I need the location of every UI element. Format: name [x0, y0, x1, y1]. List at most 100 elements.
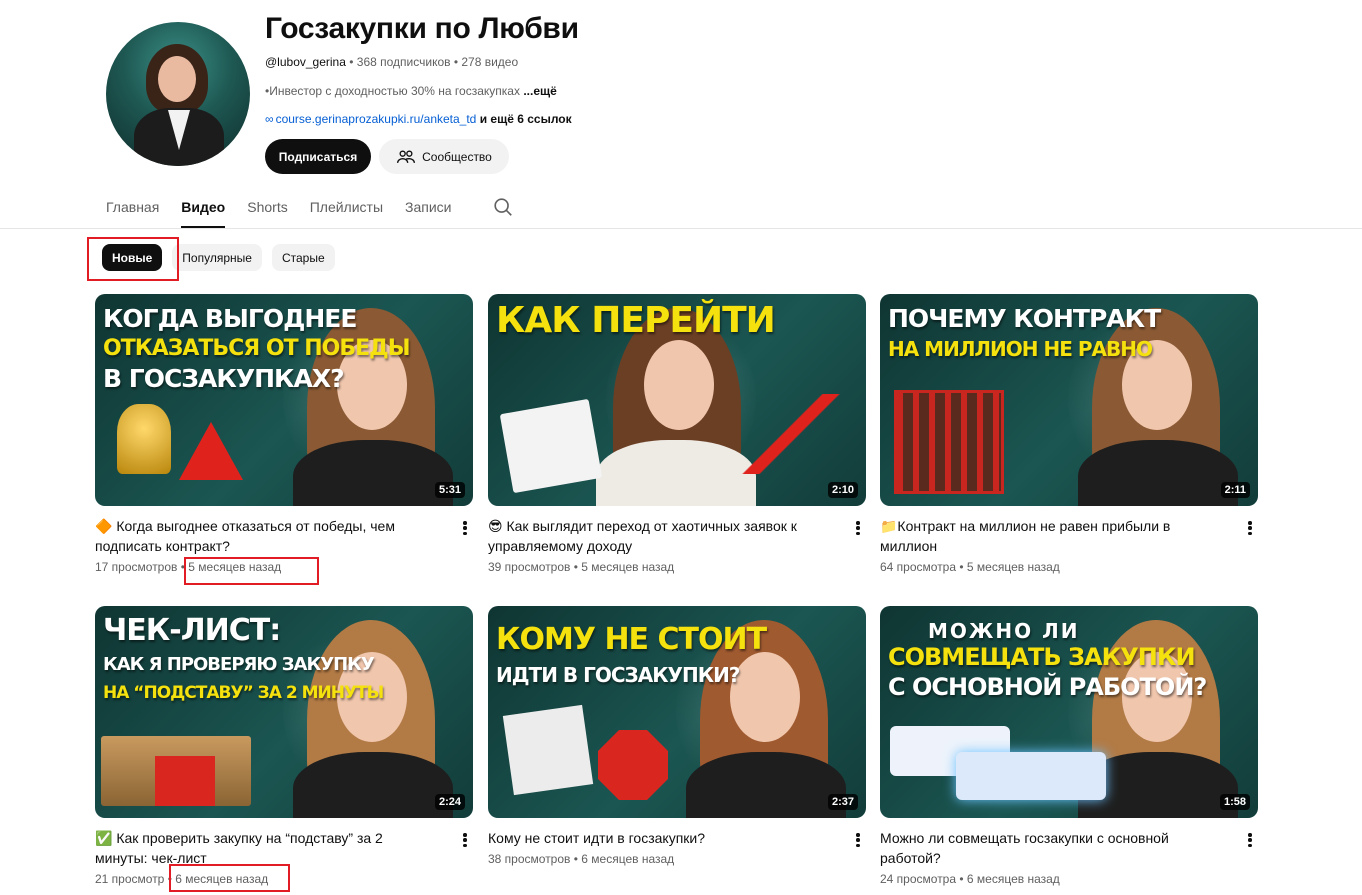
stop-sign-icon	[598, 730, 668, 800]
thumbnail-text-line1: Когда выгоднее	[103, 304, 357, 333]
video-title[interactable]: 📁Контракт на миллион не равен прибыли в …	[880, 516, 1220, 556]
subscribe-button[interactable]: Подписаться	[265, 139, 371, 174]
avatar-face	[158, 56, 196, 102]
video-card[interactable]: Кому не стоит идти в госзакупки? 2:37 Ко…	[488, 606, 866, 866]
channel-meta: @lubov_gerina • 368 подписчиков • 278 ви…	[265, 55, 518, 69]
chart-arrow-icon	[736, 394, 846, 474]
tab-home[interactable]: Главная	[106, 190, 159, 228]
more-options-icon[interactable]	[461, 518, 469, 538]
thumbnail-text-line2: Кому не стоит	[496, 622, 767, 657]
video-thumbnail[interactable]: Почему контракт на миллион не равно 2:11	[880, 294, 1258, 506]
video-meta: 38 просмотров • 6 месяцев назад	[488, 852, 674, 866]
channel-title: Госзакупки по Любви	[265, 12, 579, 45]
video-meta: 64 просмотра • 5 месяцев назад	[880, 560, 1060, 574]
channel-link-url[interactable]: course.gerinaprozakupki.ru/anketa_td	[276, 112, 477, 126]
chip-oldest[interactable]: Старые	[271, 244, 335, 271]
browser-window-icon	[956, 752, 1106, 800]
video-card[interactable]: Когда выгоднее отказаться от победы в го…	[95, 294, 473, 574]
thumbnail-text-line2: совмещать закупки	[888, 643, 1196, 671]
video-views: 24 просмотра	[880, 872, 957, 886]
thumbnail-person-face	[644, 340, 714, 430]
channel-stats: • 368 подписчиков • 278 видео	[345, 55, 519, 69]
more-links-button[interactable]: и ещё 6 ссылок	[476, 112, 572, 126]
thumbnail-text-line3: в госзакупках?	[103, 364, 345, 393]
video-thumbnail[interactable]: Как перейти 2:10	[488, 294, 866, 506]
more-options-icon[interactable]	[854, 830, 862, 850]
video-age: • 6 месяцев назад	[570, 852, 675, 866]
video-views: 38 просмотров	[488, 852, 571, 866]
trophy-icon	[117, 404, 171, 474]
video-age: • 5 месяцев назад	[956, 560, 1060, 574]
document-icon	[502, 704, 594, 796]
video-meta: 24 просмотра • 6 месяцев назад	[880, 872, 1060, 886]
thumbnail-text-line3: идти в госзакупки?	[496, 663, 740, 687]
thumbnail-text-line2: Как перейти	[496, 300, 776, 341]
channel-tabs: Главная Видео Shorts Плейлисты Записи	[106, 190, 474, 228]
video-thumbnail[interactable]: Можно ли совмещать закупки с основной ра…	[880, 606, 1258, 818]
thumbnail-text-line3: с основной работой?	[888, 673, 1207, 701]
video-card[interactable]: Как перейти 2:10 😎 Как выглядит переход …	[488, 294, 866, 574]
community-icon	[397, 150, 416, 163]
video-thumbnail[interactable]: Чек-лист: Как я проверяю закупку на “под…	[95, 606, 473, 818]
thumbnail-text-line1: Почему контракт	[888, 304, 1161, 333]
tab-playlists[interactable]: Плейлисты	[310, 190, 383, 228]
search-icon[interactable]	[492, 196, 514, 218]
more-options-icon[interactable]	[1246, 830, 1254, 850]
tab-videos[interactable]: Видео	[181, 190, 225, 228]
tab-shorts[interactable]: Shorts	[247, 190, 287, 228]
highlight-box	[184, 557, 319, 585]
video-duration: 2:24	[434, 794, 465, 810]
video-views: 17 просмотров	[95, 560, 178, 574]
video-age: • 6 месяцев назад	[956, 872, 1060, 886]
video-title[interactable]: Можно ли совмещать госзакупки с основной…	[880, 828, 1220, 868]
video-views: 64 просмотра	[880, 560, 957, 574]
channel-links: ∞ course.gerinaprozakupki.ru/anketa_td и …	[265, 112, 572, 126]
thumbnail-text-line1: Чек-лист:	[103, 613, 281, 648]
video-title[interactable]: 🔶 Когда выгоднее отказаться от победы, ч…	[95, 516, 435, 556]
video-views: 21 просмотр	[95, 872, 165, 886]
video-views: 39 просмотров	[488, 560, 571, 574]
video-card[interactable]: Можно ли совмещать закупки с основной ра…	[880, 606, 1258, 886]
highlight-box	[87, 237, 179, 281]
channel-handle: @lubov_gerina	[265, 55, 346, 69]
video-title[interactable]: 😎 Как выглядит переход от хаотичных заяв…	[488, 516, 828, 556]
thumbnail-person-body	[293, 440, 453, 506]
cage-icon	[894, 390, 1004, 494]
tabs-divider	[0, 228, 1362, 229]
video-duration: 5:31	[434, 482, 465, 498]
video-meta: 39 просмотров • 5 месяцев назад	[488, 560, 674, 574]
community-label: Сообщество	[422, 149, 492, 164]
thumbnail-person-body	[596, 440, 756, 506]
thumbnail-text-line3: на “подставу” за 2 минуты	[103, 683, 384, 703]
video-thumbnail[interactable]: Кому не стоит идти в госзакупки? 2:37	[488, 606, 866, 818]
video-duration: 2:10	[827, 482, 858, 498]
thumbnail-person-body	[293, 752, 453, 818]
video-duration: 1:58	[1219, 794, 1250, 810]
video-age: • 5 месяцев назад	[570, 560, 675, 574]
thumbnail-text-line2: отказаться от победы	[103, 336, 411, 361]
chip-popular[interactable]: Популярные	[172, 244, 262, 271]
link-icon: ∞	[265, 112, 274, 126]
red-box-icon	[155, 756, 215, 806]
description-text: •Инвестор с доходностью 30% на госзакупк…	[265, 84, 524, 98]
thumbnail-person-body	[1078, 440, 1238, 506]
thumbnail-person-body	[686, 752, 846, 818]
community-button[interactable]: Сообщество	[379, 139, 509, 174]
more-options-icon[interactable]	[461, 830, 469, 850]
video-title[interactable]: Кому не стоит идти в госзакупки?	[488, 828, 828, 848]
description-more-link[interactable]: ...ещё	[523, 84, 556, 98]
channel-description[interactable]: •Инвестор с доходностью 30% на госзакупк…	[265, 84, 557, 98]
document-icon	[499, 398, 603, 494]
tab-posts[interactable]: Записи	[405, 190, 451, 228]
more-options-icon[interactable]	[1246, 518, 1254, 538]
video-duration: 2:11	[1220, 482, 1250, 498]
video-thumbnail[interactable]: Когда выгоднее отказаться от победы в го…	[95, 294, 473, 506]
more-options-icon[interactable]	[854, 518, 862, 538]
video-duration: 2:37	[827, 794, 858, 810]
video-title[interactable]: ✅ Как проверить закупку на “подставу” за…	[95, 828, 435, 868]
video-card[interactable]: Чек-лист: Как я проверяю закупку на “под…	[95, 606, 473, 886]
thumbnail-text-line2: Как я проверяю закупку	[103, 654, 375, 675]
highlight-box	[169, 864, 290, 892]
channel-avatar[interactable]	[106, 22, 250, 166]
video-card[interactable]: Почему контракт на миллион не равно 2:11…	[880, 294, 1258, 574]
